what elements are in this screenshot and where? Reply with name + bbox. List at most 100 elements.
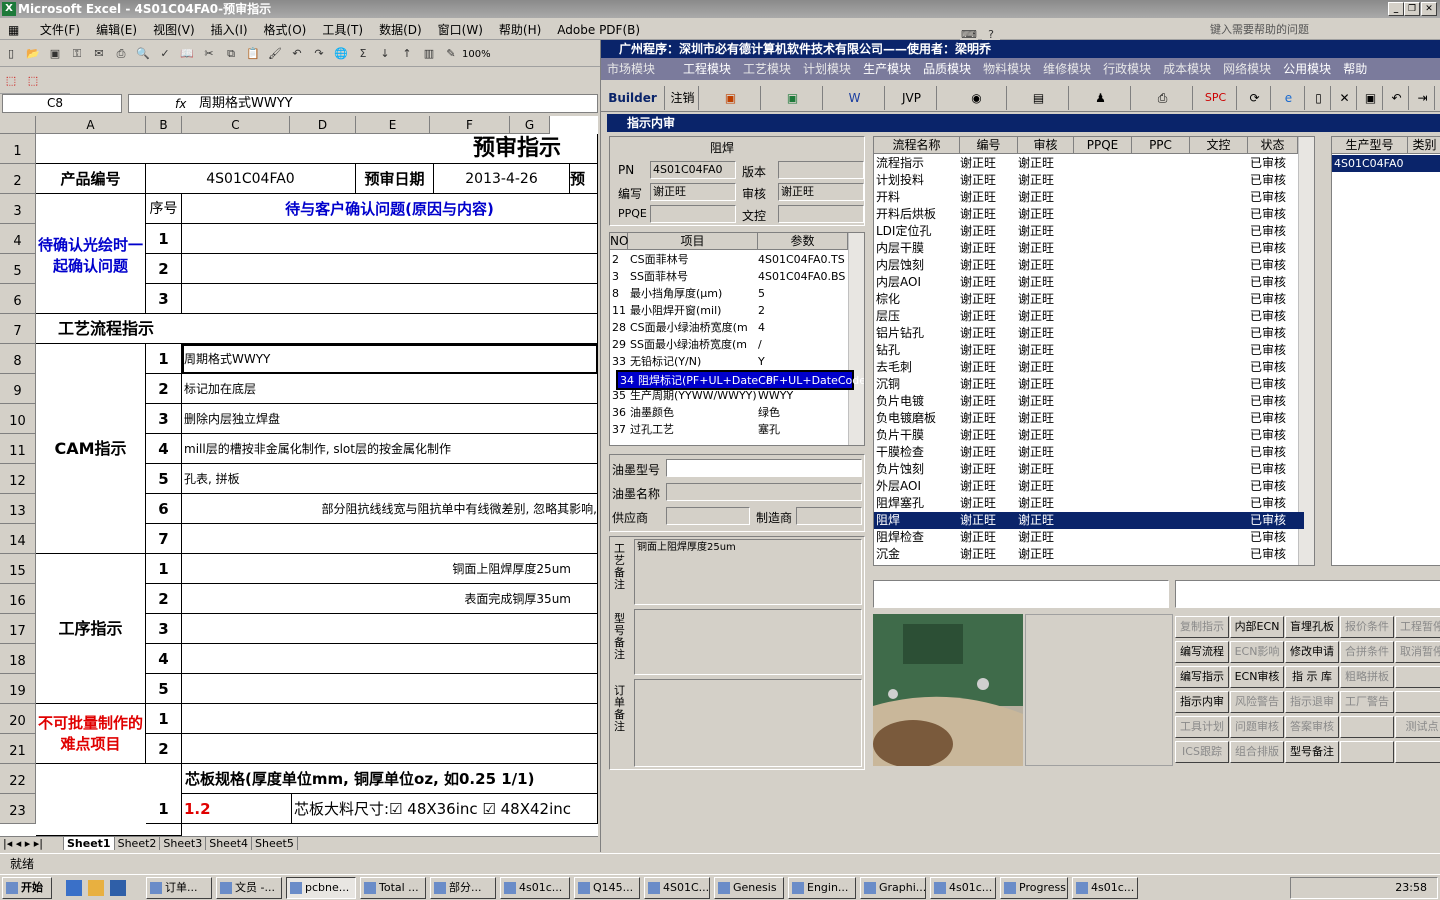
row-header-19[interactable]: 19 bbox=[0, 674, 36, 704]
delete-icon[interactable]: ✕ bbox=[1333, 86, 1357, 110]
seq-num-17[interactable]: 1 bbox=[146, 794, 182, 824]
app-menu-12[interactable]: 帮助 bbox=[1337, 58, 1373, 80]
action-button[interactable]: 指示内审 bbox=[1175, 691, 1229, 713]
research-icon[interactable]: 📖 bbox=[178, 45, 196, 63]
flow-row[interactable]: 开料 谢正旺 谢正旺 已审核 bbox=[874, 189, 1304, 206]
sheet-title[interactable]: 预审指示 bbox=[36, 134, 598, 164]
seq-num-6[interactable]: 4 bbox=[146, 434, 182, 464]
ppqe-field[interactable] bbox=[650, 205, 736, 223]
excel-menu-3[interactable]: 插入(I) bbox=[203, 18, 256, 41]
save-icon[interactable]: ▣ bbox=[46, 45, 64, 63]
row-header-15[interactable]: 15 bbox=[0, 554, 36, 584]
flow-row[interactable]: 内层干膜 谢正旺 谢正旺 已审核 bbox=[874, 240, 1304, 257]
pdf-email-icon[interactable]: ⬚ bbox=[24, 72, 42, 90]
flow-row[interactable]: 沉铜 谢正旺 谢正旺 已审核 bbox=[874, 376, 1304, 393]
cam-item-6[interactable] bbox=[182, 524, 598, 554]
audit-field[interactable]: 谢正旺 bbox=[778, 183, 864, 201]
app-menu-2[interactable]: 工艺模块 bbox=[737, 58, 797, 80]
blank-cell-2[interactable] bbox=[182, 674, 598, 704]
sheet-tab-2[interactable]: Sheet2 bbox=[115, 837, 161, 850]
flow-row[interactable]: 钻孔 谢正旺 谢正旺 已审核 bbox=[874, 342, 1304, 359]
param-row[interactable]: 8 最小挡角厚度(μm) 5 bbox=[610, 285, 848, 302]
seq-label[interactable]: 序号 bbox=[146, 194, 182, 224]
param-list[interactable]: NO 项目 参数 2 CS面菲林号 4S01C04FA0.TS 3 SS面菲林号 4S01… bbox=[609, 232, 865, 446]
database-icon[interactable]: ▤ bbox=[1009, 86, 1069, 110]
doc-field[interactable] bbox=[778, 205, 864, 223]
seq-num-15[interactable]: 1 bbox=[146, 704, 182, 734]
seq-num-5[interactable]: 3 bbox=[146, 404, 182, 434]
row-header-4[interactable]: 4 bbox=[0, 224, 36, 254]
spc-button[interactable]: SPC bbox=[1195, 86, 1237, 110]
word-icon[interactable]: W bbox=[825, 86, 885, 110]
action-button[interactable]: 盲埋孔板 bbox=[1285, 616, 1339, 638]
cam-item-4[interactable]: 孔表, 拼板 bbox=[182, 464, 598, 494]
row-header-22[interactable]: 22 bbox=[0, 764, 36, 794]
row-header-16[interactable]: 16 bbox=[0, 584, 36, 614]
close-button[interactable]: ✕ bbox=[1421, 2, 1437, 16]
core-size[interactable]: 芯板大料尺寸:☑ 48X36inc ☑ 48X42inc bbox=[292, 794, 598, 824]
action-button[interactable]: 编写指示 bbox=[1175, 666, 1229, 688]
col-header-G[interactable]: G bbox=[510, 116, 550, 134]
param-row[interactable]: 29 SS面最小绿油桥宽度(m / bbox=[610, 336, 848, 353]
seq-num-14[interactable]: 5 bbox=[146, 674, 182, 704]
blank-cell-0[interactable] bbox=[182, 614, 598, 644]
app-menu-11[interactable]: 公用模块 bbox=[1277, 58, 1337, 80]
ink-model-select[interactable] bbox=[666, 459, 862, 477]
spelling-icon[interactable]: ✓ bbox=[156, 45, 174, 63]
quicklaunch-media-icon[interactable] bbox=[110, 880, 126, 896]
date-value[interactable]: 2013-4-26 bbox=[434, 164, 570, 194]
date-label[interactable]: 预审日期 bbox=[356, 164, 434, 194]
issue-header[interactable]: 待与客户确认问题(原因与内容) bbox=[182, 194, 598, 224]
seq-num-3[interactable]: 1 bbox=[146, 344, 182, 374]
maker-select[interactable] bbox=[796, 507, 862, 525]
flow-row[interactable]: 计划投料 谢正旺 谢正旺 已审核 bbox=[874, 172, 1304, 189]
zoom-select[interactable]: 100% bbox=[462, 49, 491, 60]
eye-icon[interactable]: ◉ bbox=[947, 86, 1007, 110]
date-more[interactable]: 预 bbox=[570, 164, 598, 194]
cam-label[interactable]: CAM指示 bbox=[36, 344, 146, 554]
blank-cell-4[interactable] bbox=[182, 734, 598, 764]
param-row[interactable]: 2 CS面菲林号 4S01C04FA0.TS bbox=[610, 251, 848, 268]
flow-row[interactable]: 负电镀磨板 谢正旺 谢正旺 已审核 bbox=[874, 410, 1304, 427]
printer-icon[interactable]: ⎙ bbox=[1133, 86, 1193, 110]
param-row[interactable]: 36 油墨颜色 绿色 bbox=[610, 404, 848, 421]
excel-menu-1[interactable]: 编辑(E) bbox=[88, 18, 145, 41]
flow-header-3[interactable]: PPQE bbox=[1074, 137, 1132, 154]
seq-num-7[interactable]: 5 bbox=[146, 464, 182, 494]
save-doc-icon[interactable]: ▣ bbox=[1359, 86, 1383, 110]
row-header-13[interactable]: 13 bbox=[0, 494, 36, 524]
app-menu-1[interactable]: 工程模块 bbox=[661, 58, 737, 80]
taskbar-button[interactable]: 订单... bbox=[146, 877, 212, 899]
param-row[interactable]: 3 SS面菲林号 4S01C04FA0.BS bbox=[610, 268, 848, 285]
quicklaunch-desktop-icon[interactable] bbox=[88, 880, 104, 896]
app-menu-5[interactable]: 品质模块 bbox=[917, 58, 977, 80]
taskbar-button[interactable]: 4S01C... bbox=[644, 877, 710, 899]
taskbar-button[interactable]: Graphi... bbox=[860, 877, 926, 899]
flow-list[interactable]: 流程名称 编号 审核 PPQE PPC 文控 状态 流程指示 谢正旺 谢正旺 已审核 计划投料 谢正旺谢… bbox=[873, 136, 1315, 566]
action-button[interactable]: 编写流程 bbox=[1175, 641, 1229, 663]
refresh-icon[interactable]: ⟳ bbox=[1239, 86, 1271, 110]
row-header-11[interactable]: 11 bbox=[0, 434, 36, 464]
pn-field[interactable]: 4S01C04FA0 bbox=[650, 161, 736, 179]
sum-icon[interactable]: Σ bbox=[354, 45, 372, 63]
app-menu-9[interactable]: 成本模块 bbox=[1157, 58, 1217, 80]
app-menu-8[interactable]: 行政模块 bbox=[1097, 58, 1157, 80]
excel-menu-8[interactable]: 帮助(H) bbox=[491, 18, 549, 41]
cam-item-5[interactable]: 部分阻抗线线宽与阻抗单中有线微差别, 忽略其影响, bbox=[182, 494, 598, 524]
sort-desc-icon[interactable]: ↑ bbox=[398, 45, 416, 63]
sort-asc-icon[interactable]: ↓ bbox=[376, 45, 394, 63]
taskbar-button[interactable]: pcbne... bbox=[286, 877, 356, 899]
formula-bar[interactable]: fx 周期格式WWYY bbox=[128, 94, 598, 113]
undo-icon[interactable]: ↶ bbox=[288, 45, 306, 63]
issue-cell-0[interactable] bbox=[182, 224, 598, 254]
flow-row[interactable]: 阻焊塞孔 谢正旺 谢正旺 已审核 bbox=[874, 495, 1304, 512]
param-row[interactable]: 37 过孔工艺 塞孔 bbox=[610, 421, 848, 438]
cam-item-2[interactable]: 删除内层独立焊盘 bbox=[182, 404, 598, 434]
flow-header-6[interactable]: 状态 bbox=[1248, 137, 1298, 154]
paste-icon[interactable]: 📋 bbox=[244, 45, 262, 63]
seq-num-1[interactable]: 2 bbox=[146, 254, 182, 284]
hyperlink-icon[interactable]: 🌐 bbox=[332, 45, 350, 63]
version-field[interactable] bbox=[778, 161, 864, 179]
seq-num-10[interactable]: 1 bbox=[146, 554, 182, 584]
email-icon[interactable]: ✉ bbox=[90, 45, 108, 63]
